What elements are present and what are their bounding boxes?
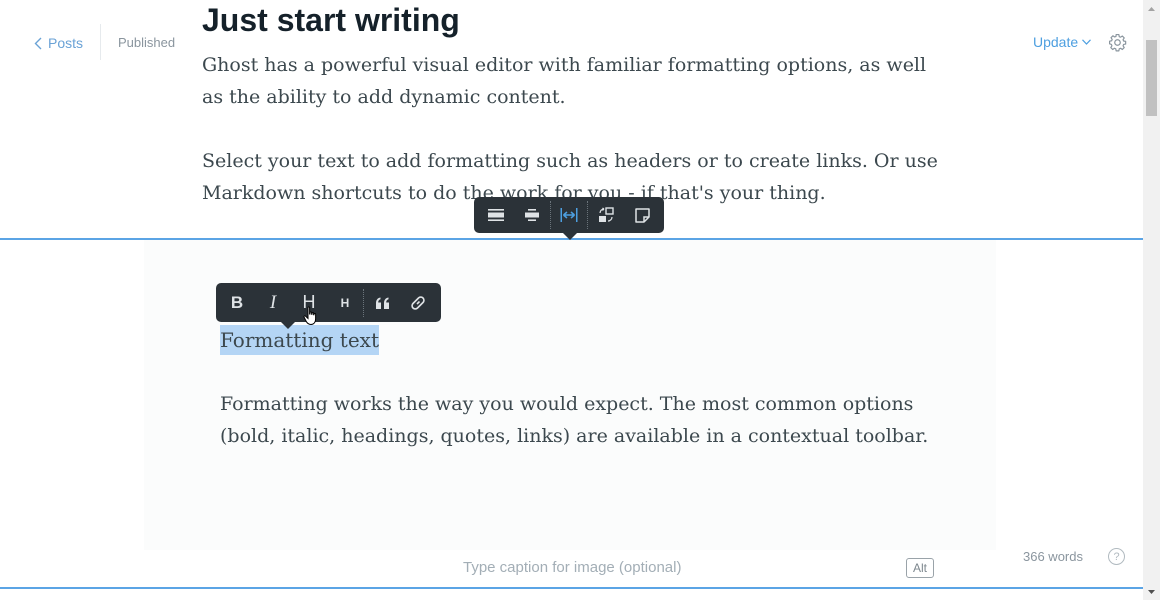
card-toolbar-pointer <box>563 233 577 240</box>
save-snippet-button[interactable] <box>624 197 660 233</box>
update-button[interactable]: Update <box>1033 34 1092 50</box>
heading-small-button[interactable]: H <box>327 283 363 322</box>
image-caption-input[interactable]: Type caption for image (optional) <box>463 559 681 576</box>
update-label: Update <box>1033 34 1079 50</box>
hand-cursor-icon <box>303 306 317 326</box>
bold-icon: B <box>230 292 244 312</box>
scroll-up-arrow-icon <box>1148 6 1155 11</box>
card-selection-line-bottom <box>0 587 1143 589</box>
word-count: 366 words <box>1023 549 1083 564</box>
link-button[interactable] <box>400 283 436 322</box>
scroll-down-button[interactable] <box>1143 583 1160 600</box>
chevron-down-icon <box>1082 39 1092 45</box>
scroll-up-button[interactable] <box>1143 0 1160 17</box>
scroll-down-arrow-icon <box>1148 589 1155 594</box>
replace-image-icon <box>599 207 614 222</box>
width-wide-icon <box>525 209 539 221</box>
format-toolbar-pointer <box>281 322 295 329</box>
bold-button[interactable]: B <box>219 283 255 322</box>
post-status: Published <box>118 35 176 50</box>
chevron-left-icon <box>34 37 42 49</box>
help-button[interactable]: ? <box>1108 548 1125 565</box>
width-regular-button[interactable] <box>478 197 514 233</box>
italic-button[interactable]: I <box>255 283 291 322</box>
back-to-posts-link[interactable]: Posts <box>34 32 83 54</box>
width-full-icon <box>560 208 578 222</box>
quote-button[interactable] <box>364 283 400 322</box>
snippet-icon <box>634 207 650 223</box>
link-icon <box>411 295 425 310</box>
scrollbar-thumb[interactable] <box>1146 40 1157 116</box>
post-title[interactable]: Just start writing <box>202 0 460 40</box>
vertical-scrollbar[interactable] <box>1143 0 1160 600</box>
width-wide-button[interactable] <box>514 197 550 233</box>
heading-small-icon: H <box>340 295 350 310</box>
card-heading-selected-text[interactable]: Formatting text <box>220 325 379 355</box>
back-to-posts-label: Posts <box>48 35 84 51</box>
alt-text-toggle[interactable]: Alt <box>906 558 934 578</box>
text-formatting-toolbar: B I H H <box>216 283 441 322</box>
card-paragraph[interactable]: Formatting works the way you would expec… <box>220 388 950 452</box>
paragraph-intro[interactable]: Ghost has a powerful visual editor with … <box>202 49 942 113</box>
replace-image-button[interactable] <box>588 197 624 233</box>
width-regular-icon <box>488 209 504 221</box>
nav-divider <box>100 24 101 60</box>
width-full-button[interactable] <box>551 197 587 233</box>
italic-icon: I <box>269 291 277 313</box>
gear-icon <box>1108 33 1127 52</box>
quote-icon <box>375 297 389 309</box>
card-width-toolbar <box>474 197 664 233</box>
settings-button[interactable] <box>1108 33 1127 52</box>
